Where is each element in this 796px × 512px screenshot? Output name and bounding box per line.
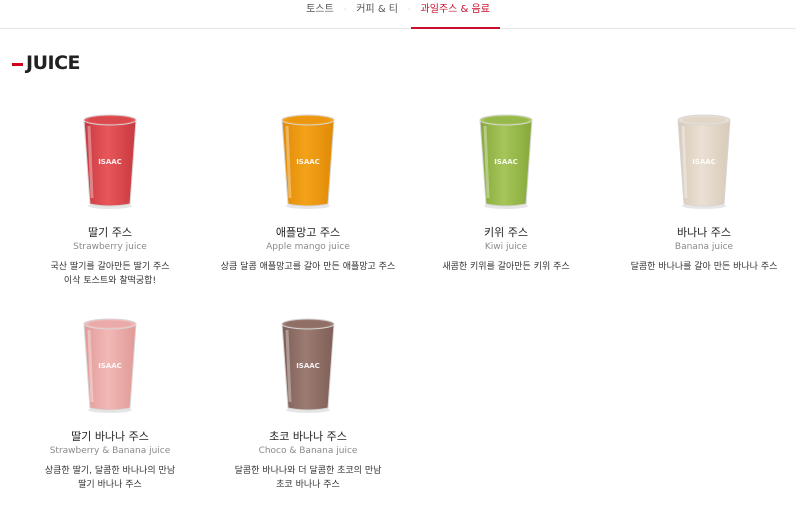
- juice-cup-image: ISAAC: [606, 112, 796, 212]
- juice-cup-image: ISAAC: [210, 112, 406, 212]
- heading-accent-bar: [12, 63, 23, 66]
- product-card[interactable]: ISAAC 딸기 바나나 주스 Strawberry & Banana juice 상…: [12, 316, 208, 492]
- cup-logo-text: ISAAC: [494, 158, 518, 166]
- product-description: 달콤한 바나나를 갈아 만든 바나나 주스: [630, 262, 778, 272]
- product-description: 새콤한 키위를 갈아만든 키위 주스: [442, 262, 570, 272]
- juice-cup-image: ISAAC: [12, 112, 208, 212]
- cup-logo-text: ISAAC: [296, 362, 320, 370]
- product-english-name: Kiwi juice: [484, 242, 528, 252]
- juice-cup-image: ISAAC: [210, 316, 406, 416]
- tab-toast[interactable]: 토스트: [296, 0, 344, 28]
- juice-cup-image: ISAAC: [12, 316, 208, 416]
- product-english-name: Choco & Banana juice: [258, 446, 358, 456]
- cup-logo-text: ISAAC: [296, 158, 320, 166]
- product-card[interactable]: ISAAC 키위 주스 Kiwi juice 새콤한 키위를 갈아만든 키위 주스: [408, 112, 604, 274]
- product-description: 국산 딸기를 갈아만든 딸기 주스 이삭 토스트와 찰떡궁합!: [50, 262, 170, 286]
- section-heading: JUICE: [12, 52, 81, 74]
- product-card[interactable]: ISAAC 애플망고 주스 Apple mango juice 상큼 달콤 애플망고를…: [210, 112, 406, 274]
- product-name: 애플망고 주스: [275, 226, 341, 239]
- tab-juice-drinks[interactable]: 과일주스 & 음료: [410, 0, 501, 29]
- product-name: 바나나 주스: [676, 226, 732, 239]
- product-description: 상큼 달콤 애플망고를 갈아 만든 애플망고 주스: [220, 262, 396, 272]
- product-description: 상큼한 딸기, 달콤한 바나나의 만남 딸기 바나나 주스: [44, 466, 176, 490]
- cup-logo-text: ISAAC: [98, 158, 122, 166]
- cup-logo-text: ISAAC: [98, 362, 122, 370]
- product-english-name: Strawberry & Banana juice: [49, 446, 171, 456]
- category-tabs: 토스트 · 커피 & 티 · 과일주스 & 음료: [0, 0, 796, 29]
- product-name: 딸기 바나나 주스: [71, 430, 149, 443]
- section-title: JUICE: [26, 52, 81, 74]
- product-name: 키위 주스: [484, 226, 528, 239]
- product-name: 초코 바나나 주스: [269, 430, 347, 443]
- cup-logo-text: ISAAC: [692, 158, 716, 166]
- product-name: 딸기 주스: [88, 226, 132, 239]
- top-navigation: 토스트 · 커피 & 티 · 과일주스 & 음료: [0, 0, 796, 29]
- product-description: 달콤한 바나나와 더 달콤한 초코의 만남 초코 바나나 주스: [234, 466, 382, 490]
- product-card[interactable]: ISAAC 바나나 주스 Banana juice 달콤한 바나나를 갈아 만든 바나…: [606, 112, 796, 274]
- tab-coffee-tea[interactable]: 커피 & 티: [346, 0, 408, 28]
- product-english-name: Apple mango juice: [266, 242, 350, 252]
- product-card[interactable]: ISAAC 초코 바나나 주스 Choco & Banana juice 달콤한 바나…: [210, 316, 406, 492]
- product-english-name: Strawberry juice: [73, 242, 147, 252]
- product-english-name: Banana juice: [674, 242, 734, 252]
- product-card[interactable]: ISAAC 딸기 주스 Strawberry juice 국산 딸기를 갈아만든 딸기…: [12, 112, 208, 288]
- juice-cup-image: ISAAC: [408, 112, 604, 212]
